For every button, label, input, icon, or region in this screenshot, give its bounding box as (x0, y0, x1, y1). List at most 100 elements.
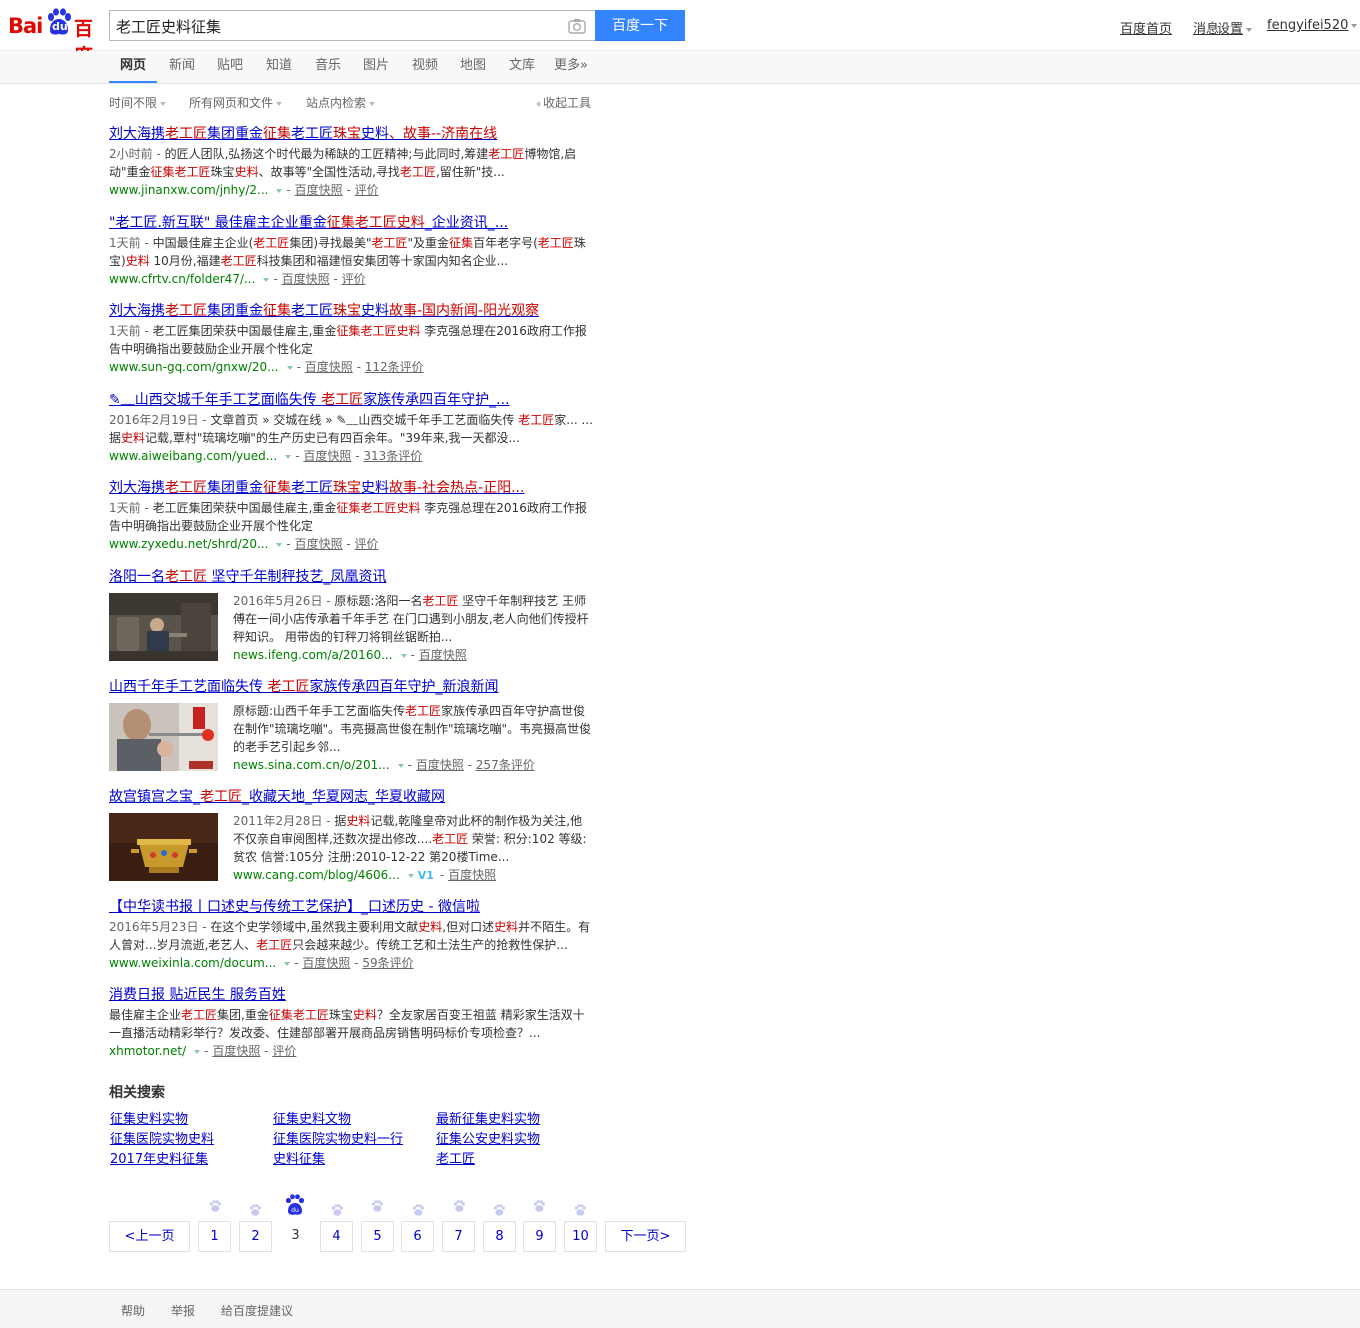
related-search-link[interactable]: 2017年史料征集 (110, 1148, 208, 1167)
result-title[interactable]: 故宫镇宫之宝_老工匠_收藏天地_华夏网志_华夏收藏网 (109, 787, 609, 807)
tab-music[interactable]: 音乐 (310, 51, 346, 83)
filter-site[interactable]: 站点内检索 (306, 94, 376, 111)
result-url[interactable]: news.ifeng.com/a/20160... (233, 648, 393, 662)
title-highlight: 老工匠 (267, 679, 310, 695)
snapshot-link[interactable]: 百度快照 (212, 1044, 260, 1058)
tab-news[interactable]: 新闻 (164, 51, 200, 83)
filter-filetype[interactable]: 所有网页和文件 (189, 94, 283, 111)
chevron-down-icon[interactable] (400, 653, 407, 658)
abstract-highlight: 史料 (234, 165, 259, 179)
page-6-button[interactable]: 6 (401, 1221, 434, 1252)
page-1-button[interactable]: 1 (198, 1221, 231, 1252)
link-settings[interactable]: 设置 (1217, 18, 1253, 37)
chevron-down-icon[interactable] (263, 277, 270, 282)
chevron-down-icon[interactable] (407, 873, 414, 878)
result-title[interactable]: 刘大海携老工匠集团重金征集老工匠珠宝史料、故事--济南在线 (109, 124, 609, 144)
result-url[interactable]: xhmotor.net/ (109, 1044, 186, 1058)
chevron-down-icon[interactable] (276, 542, 283, 547)
result-thumbnail[interactable] (109, 703, 218, 771)
tab-zhidao[interactable]: 知道 (261, 51, 297, 83)
tab-wenku[interactable]: 文库 (504, 51, 540, 83)
snapshot-link[interactable]: 百度快照 (305, 360, 353, 374)
review-link[interactable]: 59条评价 (362, 956, 413, 970)
result-url[interactable]: news.sina.com.cn/o/201... (233, 758, 390, 772)
page-9-button[interactable]: 9 (523, 1221, 556, 1252)
chevron-down-icon[interactable] (286, 365, 293, 370)
result-url[interactable]: www.zyxedu.net/shrd/20... (109, 537, 268, 551)
chevron-down-icon[interactable] (284, 961, 291, 966)
chevron-down-icon[interactable] (285, 454, 292, 459)
baidu-logo[interactable]: Bai du 百度 (8, 6, 102, 67)
result-title[interactable]: 山西千年手工艺面临失传 老工匠家族传承四百年守护_新浪新闻 (109, 677, 609, 697)
related-search-link[interactable]: 征集史料文物 (273, 1108, 351, 1127)
tab-images[interactable]: 图片 (358, 51, 394, 83)
snapshot-link[interactable]: 百度快照 (295, 183, 343, 197)
tab-more[interactable]: 更多» (551, 51, 591, 83)
related-search-link[interactable]: 征集公安史料实物 (436, 1128, 540, 1147)
review-link[interactable]: 评价 (272, 1044, 296, 1058)
page-10-button[interactable]: 10 (564, 1221, 597, 1252)
link-username[interactable]: fengyifei520 (1267, 18, 1358, 33)
link-messages[interactable]: 消息 (1193, 18, 1219, 37)
related-search-link[interactable]: 征集医院实物史料 (110, 1128, 214, 1147)
result-title[interactable]: 刘大海携老工匠集团重金征集老工匠珠宝史料故事-社会热点-正阳... (109, 478, 609, 498)
footer-feedback-link[interactable]: 给百度提建议 (221, 1302, 293, 1319)
snapshot-link[interactable]: 百度快照 (448, 868, 496, 882)
prev-page-button[interactable]: <上一页 (109, 1221, 190, 1252)
result-url[interactable]: www.jinanxw.com/jnhy/2... (109, 183, 268, 197)
search-input[interactable] (116, 15, 556, 37)
camera-icon[interactable] (568, 18, 586, 34)
result-url[interactable]: www.weixinla.com/docum... (109, 956, 276, 970)
snapshot-link[interactable]: 百度快照 (302, 956, 350, 970)
tab-map[interactable]: 地图 (455, 51, 491, 83)
chevron-down-icon[interactable] (397, 763, 404, 768)
review-link[interactable]: 评价 (355, 537, 379, 551)
snapshot-link[interactable]: 百度快照 (295, 537, 343, 551)
review-link[interactable]: 评价 (342, 272, 366, 286)
next-page-button[interactable]: 下一页> (605, 1221, 686, 1252)
review-link[interactable]: 112条评价 (365, 360, 424, 374)
filter-time[interactable]: 时间不限 (109, 94, 167, 111)
chevron-down-icon[interactable] (276, 188, 283, 193)
chevron-down-icon[interactable] (194, 1049, 201, 1054)
page-5-button[interactable]: 5 (361, 1221, 394, 1252)
result-url[interactable]: www.cang.com/blog/4606... (233, 868, 400, 882)
review-link[interactable]: 257条评价 (476, 758, 535, 772)
result-title[interactable]: ✎﹏山西交城千年手工艺面临失传 老工匠家族传承四百年守护_... (109, 390, 609, 410)
related-search-link[interactable]: 征集史料实物 (110, 1108, 188, 1127)
result-title[interactable]: 刘大海携老工匠集团重金征集老工匠珠宝史料故事-国内新闻-阳光观察 (109, 301, 609, 321)
result-url[interactable]: www.aiweibang.com/yued... (109, 449, 277, 463)
review-link[interactable]: 313条评价 (363, 449, 422, 463)
page-8-button[interactable]: 8 (483, 1221, 516, 1252)
result-date: 1天前 - (109, 236, 153, 250)
page-7-button[interactable]: 7 (442, 1221, 475, 1252)
result-title[interactable]: 消费日报 贴近民生 服务百姓 (109, 985, 609, 1005)
tab-video[interactable]: 视频 (407, 51, 443, 83)
result-title[interactable]: 【中华读书报丨口述史与传统工艺保护】_口述历史 - 微信啦 (109, 897, 609, 917)
snapshot-link[interactable]: 百度快照 (416, 758, 464, 772)
footer-help-link[interactable]: 帮助 (121, 1302, 145, 1319)
tab-web[interactable]: 网页 (109, 51, 157, 83)
related-search-link[interactable]: 史料征集 (273, 1148, 325, 1167)
page-4-button[interactable]: 4 (320, 1221, 353, 1252)
snapshot-link[interactable]: 百度快照 (282, 272, 330, 286)
collapse-tools[interactable]: 收起工具 (536, 94, 591, 111)
page-2-button[interactable]: 2 (239, 1221, 272, 1252)
result-title[interactable]: 洛阳一名老工匠 坚守千年制秤技艺_凤凰资讯 (109, 567, 609, 587)
review-link[interactable]: 评价 (355, 183, 379, 197)
result-thumbnail[interactable] (109, 813, 218, 881)
result-title[interactable]: "老工匠.新互联" 最佳雇主企业重金征集老工匠史料_企业资讯_... (109, 213, 609, 233)
result-item-with-image: 故宫镇宫之宝_老工匠_收藏天地_华夏网志_华夏收藏网 2011年2月28日 - … (109, 787, 609, 882)
result-thumbnail[interactable] (109, 593, 218, 661)
link-baidu-home[interactable]: 百度首页 (1120, 18, 1172, 37)
tab-tieba[interactable]: 贴吧 (212, 51, 248, 83)
snapshot-link[interactable]: 百度快照 (419, 648, 467, 662)
footer-report-link[interactable]: 举报 (171, 1302, 195, 1319)
result-url[interactable]: www.sun-gq.com/gnxw/20... (109, 360, 279, 374)
related-search-link[interactable]: 老工匠 (436, 1148, 475, 1167)
search-button[interactable]: 百度一下 (595, 10, 685, 41)
snapshot-link[interactable]: 百度快照 (303, 449, 351, 463)
result-url[interactable]: www.cfrtv.cn/folder47/... (109, 272, 255, 286)
related-search-link[interactable]: 最新征集史料实物 (436, 1108, 540, 1127)
related-search-link[interactable]: 征集医院实物史料一行 (273, 1128, 403, 1147)
